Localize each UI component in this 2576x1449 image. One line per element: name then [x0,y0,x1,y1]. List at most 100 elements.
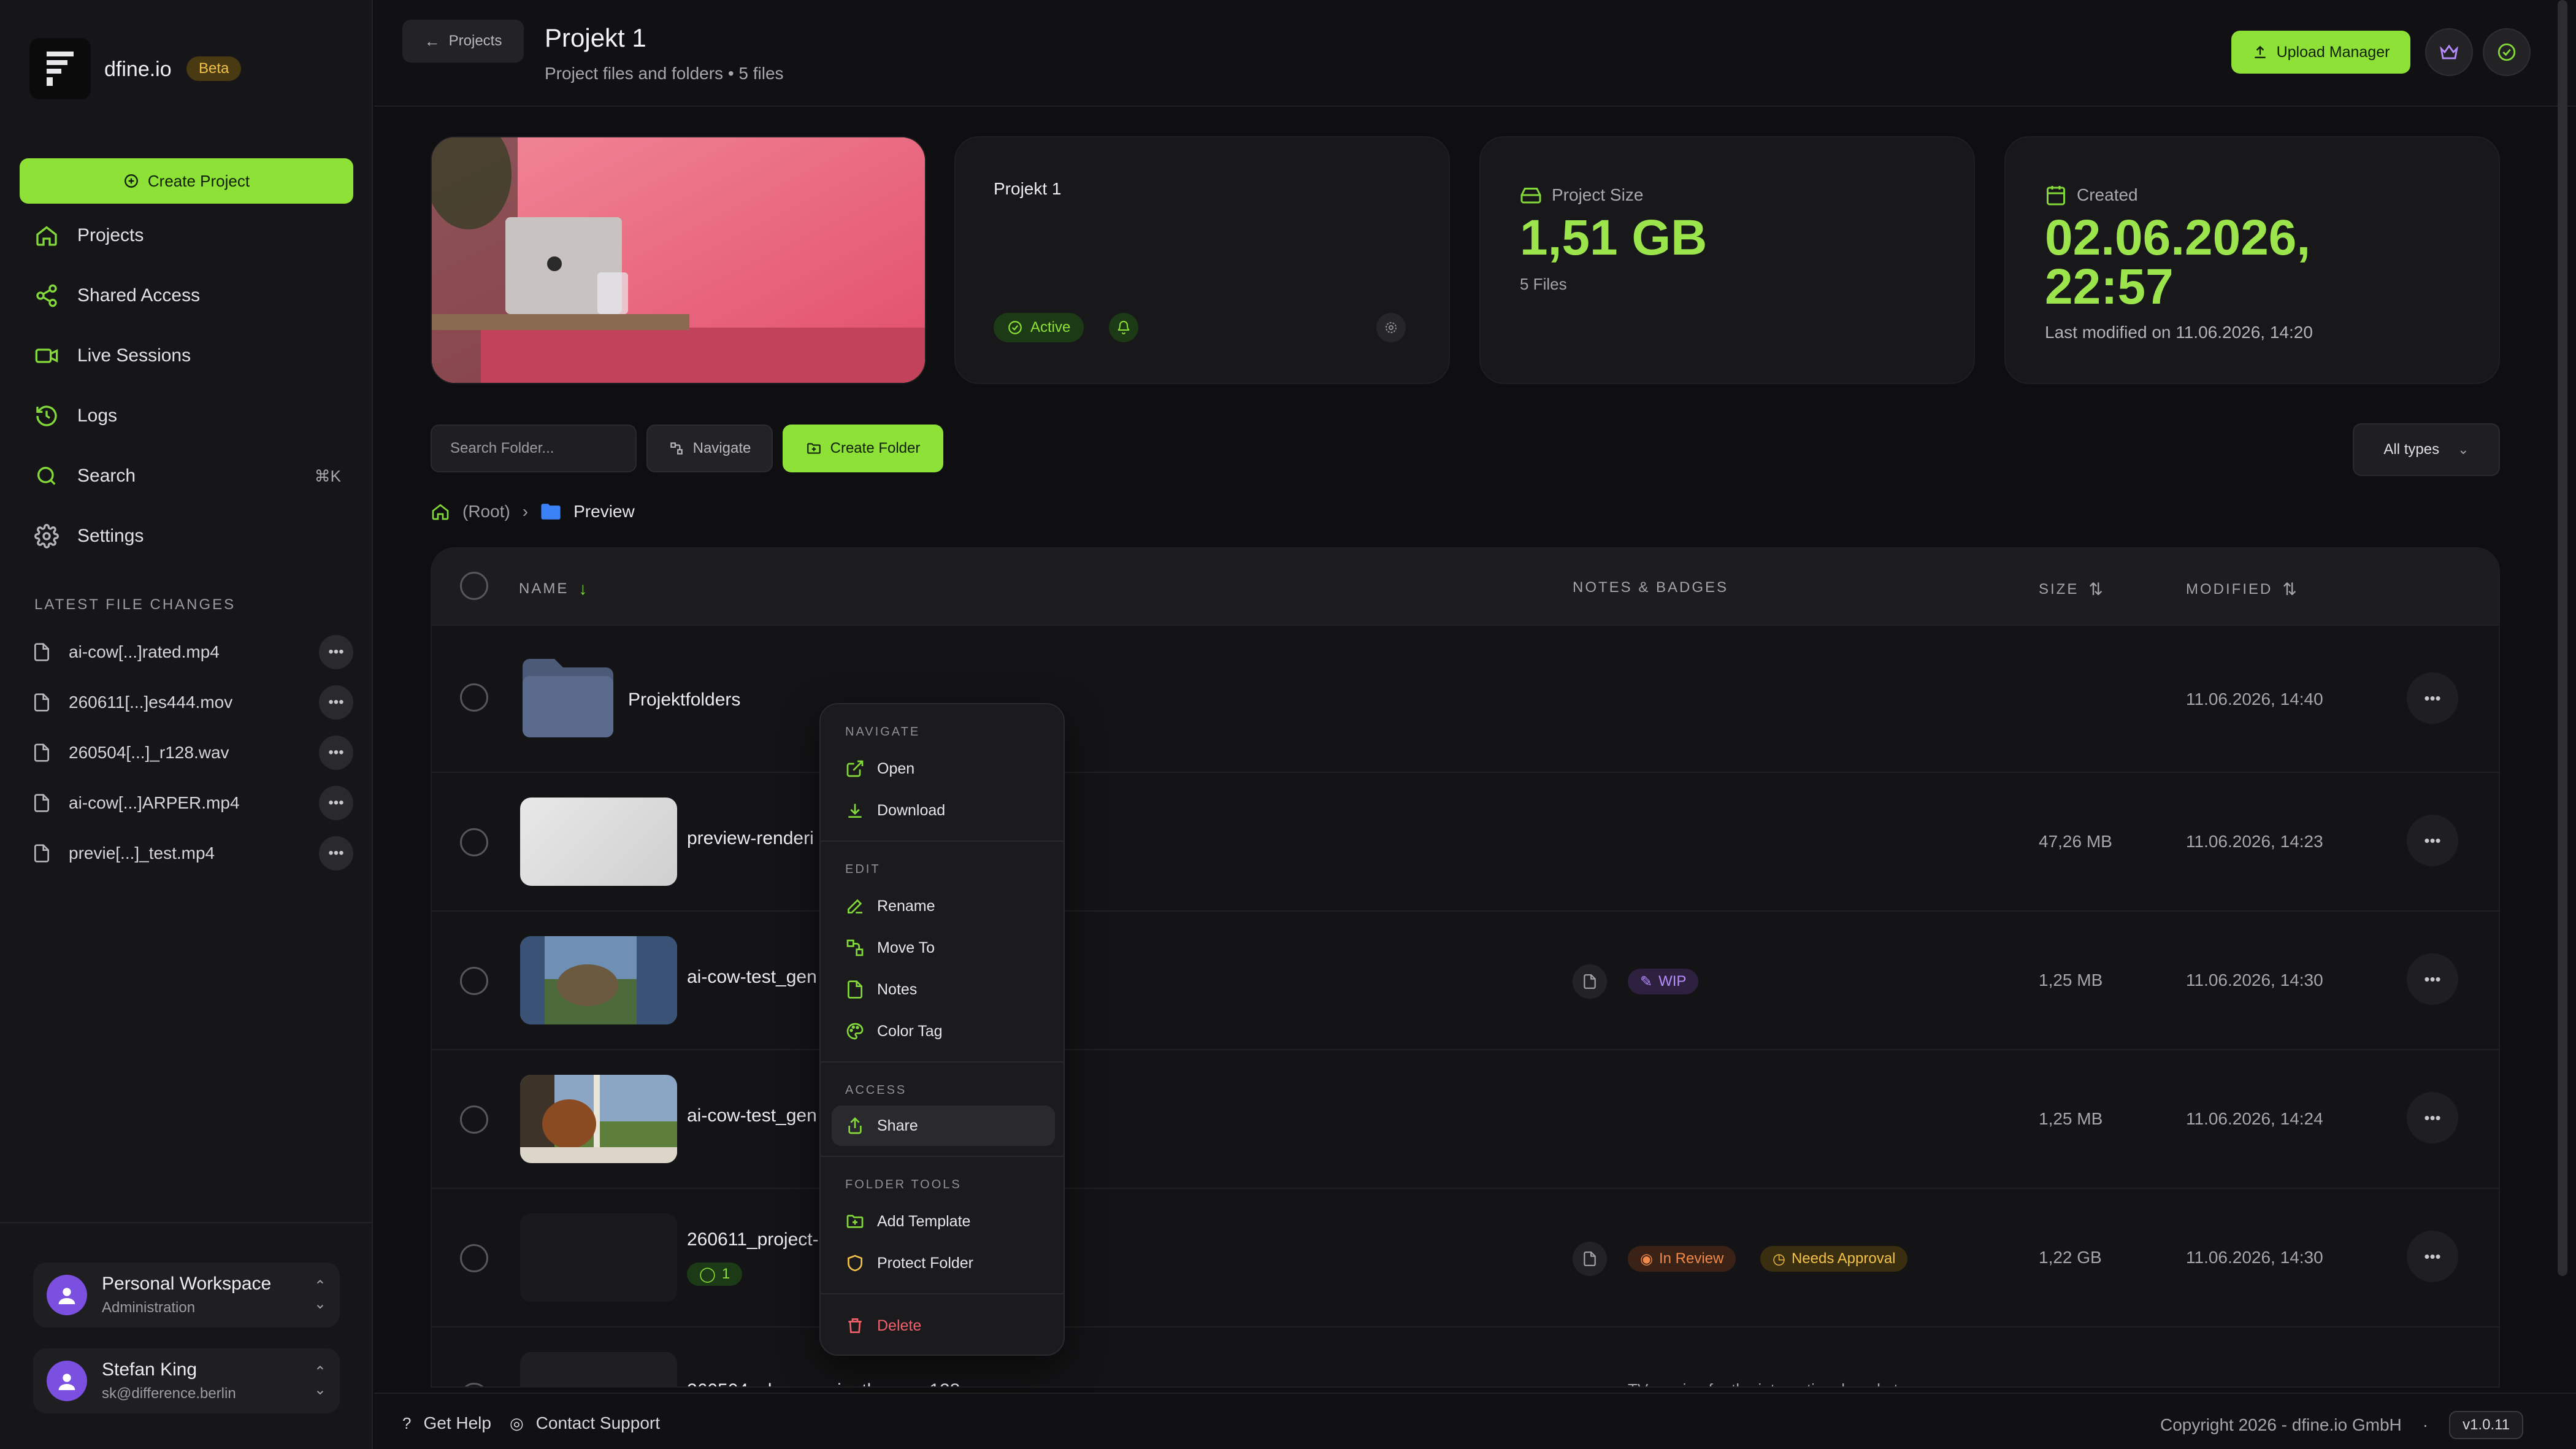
in-review-badge[interactable]: ◉ In Review [1628,1246,1736,1272]
row-more-button[interactable]: ••• [2407,953,2458,1005]
status-button[interactable] [2483,28,2531,76]
file-thumbnail[interactable] [520,936,677,1024]
row-more-button[interactable]: ••• [2407,1231,2458,1282]
table-row[interactable]: preview-renderi 47,26 MB 11.06.2026, 14:… [432,772,2499,910]
note-button[interactable] [1573,964,1607,999]
file-type-select[interactable]: All types ⌄ [2353,423,2500,476]
notifications-button[interactable] [1109,313,1138,342]
comment-count-badge[interactable]: ◯ 1 [687,1263,743,1286]
wip-badge[interactable]: ✎ WIP [1628,969,1699,994]
file-size: 47,26 MB [2039,832,2112,851]
row-more-button[interactable]: ••• [2407,672,2458,724]
file-more-button[interactable]: ••• [319,836,353,871]
file-more-button[interactable]: ••• [319,635,353,669]
chevron-right-icon: › [522,502,529,521]
table-row[interactable]: ai-cow-test_gen 1,25 MB 11.06.2026, 14:2… [432,1049,2499,1188]
latest-file-item[interactable]: 260504[...]_r128.wav ••• [32,734,353,771]
menu-item-add-template[interactable]: Add Template [832,1201,1055,1242]
row-more-button[interactable]: ••• [2407,1092,2458,1143]
menu-item-protect-folder[interactable]: Protect Folder [832,1243,1055,1283]
row-checkbox[interactable] [460,1383,488,1386]
file-thumbnail[interactable] [520,798,677,886]
sidebar-item-search[interactable]: Search ⌘K [34,458,341,494]
row-more-button[interactable]: ••• [2407,815,2458,866]
table-row[interactable]: ai-cow-test_gen ✎ WIP 1,25 MB 11.06.2026… [432,910,2499,1049]
logo[interactable] [29,38,91,99]
create-project-button[interactable]: Create Project [20,158,353,204]
menu-item-move-to[interactable]: Move To [832,928,1055,968]
sidebar-item-settings[interactable]: Settings [34,518,341,555]
select-all-checkbox[interactable] [460,572,488,600]
workspace-switcher[interactable]: Personal Workspace Administration ⌃ ⌄ [33,1263,340,1328]
row-checkbox[interactable] [460,967,488,995]
file-more-button[interactable]: ••• [319,786,353,820]
menu-item-share[interactable]: Share [832,1105,1055,1146]
arrow-left-icon: ← [424,31,440,50]
sidebar-item-projects[interactable]: Projects [34,217,341,254]
upload-manager-button[interactable]: Upload Manager [2231,31,2410,74]
column-modified[interactable]: MODIFIED ⇅ [2186,579,2297,599]
breadcrumb-current: Preview [573,502,635,521]
comment-icon: ◯ [699,1266,716,1283]
clock-icon: ◷ [1773,1250,1785,1267]
user-avatar [47,1361,87,1401]
contact-support-link[interactable]: Contact Support [536,1413,660,1433]
home-icon[interactable] [431,502,450,521]
file-more-button[interactable]: ••• [319,685,353,720]
project-thumbnail[interactable] [431,136,926,384]
trash-icon [845,1316,865,1336]
row-checkbox[interactable] [460,683,488,712]
needs-approval-badge[interactable]: ◷ Needs Approval [1760,1246,1908,1272]
menu-item-download[interactable]: Download [832,790,1055,831]
status-badge[interactable]: Active [994,313,1084,342]
column-name[interactable]: NAME ↓ [519,579,587,599]
navigate-button[interactable]: Navigate [646,425,773,472]
table-row[interactable]: 260611_project- ◯ 1 ◉ In Review ◷ Needs … [432,1188,2499,1326]
scrollbar[interactable] [2558,0,2567,1276]
menu-item-color-tag[interactable]: Color Tag [832,1011,1055,1051]
search-folder-input[interactable] [431,425,637,472]
note-button[interactable] [1573,1242,1607,1276]
row-checkbox[interactable] [460,1105,488,1134]
row-checkbox[interactable] [460,828,488,856]
row-checkbox[interactable] [460,1244,488,1272]
file-thumbnail[interactable] [520,1075,677,1163]
user-switcher[interactable]: Stefan King sk@difference.berlin ⌃ ⌄ [33,1348,340,1413]
menu-item-open[interactable]: Open [832,748,1055,789]
created-card: Created 02.06.2026, 22:57 Last modified … [2004,136,2500,384]
create-folder-button[interactable]: Create Folder [783,425,943,472]
file-thumbnail[interactable] [520,1213,677,1302]
back-to-projects-button[interactable]: ← Projects [402,20,524,63]
menu-item-notes[interactable]: Notes [832,969,1055,1010]
sidebar-item-logs[interactable]: Logs [34,398,341,434]
breadcrumb-root[interactable]: (Root) [462,502,510,521]
breadcrumb: (Root) › Preview [431,502,635,521]
file-size: 1,25 MB [2039,970,2103,990]
sidebar-item-label: Projects [77,225,144,245]
latest-file-item[interactable]: 260611[...]es444.mov ••• [32,684,353,721]
sidebar-item-shared-access[interactable]: Shared Access [34,277,341,314]
share-icon [845,1116,865,1136]
column-size-label: SIZE [2039,580,2079,598]
column-size[interactable]: SIZE ⇅ [2039,579,2103,599]
table-row[interactable]: 260504_show_main_theme_r128.wav TV versi… [432,1326,2499,1386]
search-shortcut: ⌘K [314,466,341,485]
table-row[interactable]: Projektfolders 11.06.2026, 14:40 ••• [432,625,2499,772]
file-more-button[interactable]: ••• [319,736,353,770]
upgrade-button[interactable] [2425,28,2473,76]
gear-icon [34,524,59,548]
file-size: 1,25 MB [2039,1109,2103,1128]
latest-file-item[interactable]: ai-cow[...]ARPER.mp4 ••• [32,785,353,821]
sidebar-item-label: Search [77,466,136,486]
file-icon [32,742,52,763]
latest-file-item[interactable]: ai-cow[...]rated.mp4 ••• [32,634,353,671]
file-thumbnail[interactable] [520,1352,677,1386]
menu-item-delete[interactable]: Delete [832,1305,1055,1346]
latest-file-item[interactable]: previe[...]_test.mp4 ••• [32,835,353,872]
menu-item-rename[interactable]: Rename [832,886,1055,926]
footer-separator: · [2422,1415,2429,1434]
get-help-link[interactable]: Get Help [423,1413,491,1433]
sidebar-item-live-sessions[interactable]: Live Sessions [34,337,341,374]
project-settings-button[interactable] [1376,313,1406,342]
user-email: sk@difference.berlin [102,1385,236,1402]
